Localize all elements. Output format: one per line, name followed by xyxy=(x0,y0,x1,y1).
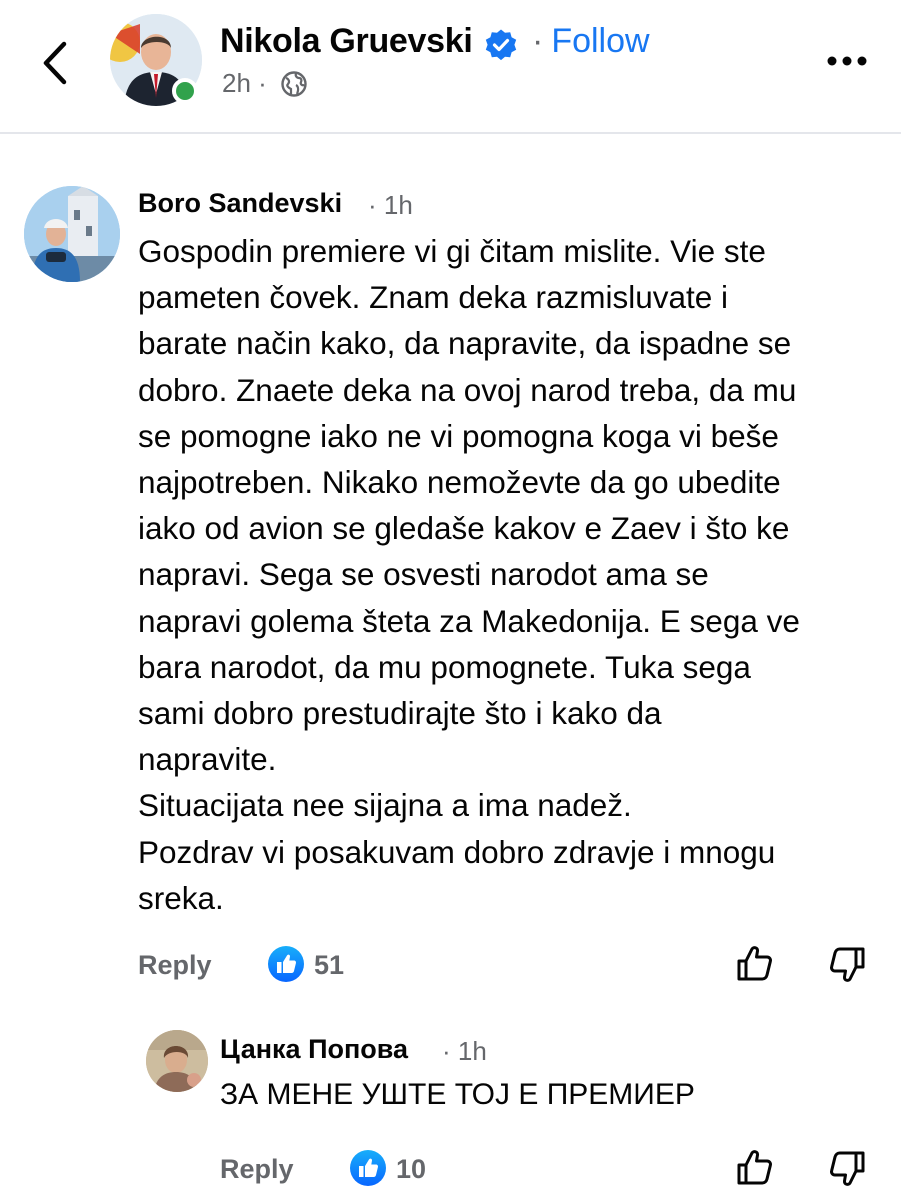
reply-text: ЗА МЕНЕ УШТЕ ТОЈ Е ПРЕМИЕР xyxy=(220,1078,695,1111)
globe-icon xyxy=(280,70,308,98)
separator-dot: · xyxy=(258,68,267,98)
comment-line: napravi golema šteta za Makedonija. E se… xyxy=(138,602,800,639)
reply-button[interactable]: Reply xyxy=(220,1154,294,1185)
reply-author-avatar[interactable] xyxy=(146,1030,208,1092)
header-divider xyxy=(0,132,901,134)
comment-time: · 1h xyxy=(368,190,413,221)
follow-button[interactable]: · Follow xyxy=(532,22,650,61)
comment-line: se pomogne iako ne vi pomogna koga vi be… xyxy=(138,417,779,454)
upvote-button[interactable] xyxy=(734,1146,776,1188)
comment-author-name[interactable]: Boro Sandevski xyxy=(138,188,342,219)
thumbs-down-icon xyxy=(830,1151,865,1186)
comment-line: barate način kako, da napravite, da ispa… xyxy=(138,325,792,362)
back-button[interactable] xyxy=(38,40,72,86)
thumbs-up-icon xyxy=(737,1150,772,1185)
upvote-button[interactable] xyxy=(734,942,776,984)
thumbs-down-icon xyxy=(830,947,865,982)
reply-time: · 1h xyxy=(442,1036,487,1067)
comment-line: pameten čovek. Znam deka razmisluvate i xyxy=(138,279,729,316)
thumbs-up-icon xyxy=(737,946,772,981)
separator-dot: · xyxy=(368,190,377,220)
post-time[interactable]: 2h xyxy=(222,68,251,98)
like-count[interactable]: 51 xyxy=(314,950,344,981)
comment-author-avatar[interactable] xyxy=(24,186,120,282)
like-count[interactable]: 10 xyxy=(396,1154,426,1185)
downvote-button[interactable] xyxy=(826,1148,868,1190)
reply-author-name[interactable]: Цанка Попова xyxy=(220,1034,408,1065)
verified-badge-icon xyxy=(484,28,518,62)
comment-line: iako od avion se gledaše kakov e Zaev i … xyxy=(138,510,790,547)
separator-dot: · xyxy=(442,1036,451,1066)
comment-text: Gospodin premiere vi gi čitam mislite. V… xyxy=(138,228,878,921)
chevron-left-icon xyxy=(43,41,67,85)
comment-line: napravite. xyxy=(138,741,277,778)
avatar-photo xyxy=(146,1030,208,1092)
comment-line: dobro. Znaete deka na ovoj narod treba, … xyxy=(138,371,797,408)
like-reaction-icon[interactable] xyxy=(350,1150,386,1186)
comment-line: sami dobro prestudirajte što i kako da xyxy=(138,695,662,732)
downvote-button[interactable] xyxy=(826,944,868,986)
separator-dot: · xyxy=(532,22,544,60)
like-reaction-icon[interactable] xyxy=(268,946,304,982)
online-status-dot xyxy=(172,78,198,104)
reply-button[interactable]: Reply xyxy=(138,950,212,981)
comment-line: sreka. xyxy=(138,879,224,916)
page-name[interactable]: Nikola Gruevski xyxy=(220,22,473,61)
comment-line: najpotreben. Nikako nemoževte da go ubed… xyxy=(138,464,781,501)
follow-label: Follow xyxy=(551,22,650,60)
comment-line: Situacijata nee sijajna a ima nadež. xyxy=(138,787,632,824)
more-horizontal-icon xyxy=(827,56,867,66)
comment-timestamp[interactable]: 1h xyxy=(384,190,413,220)
comment-line: napravi. Sega se osvesti narodot ama se xyxy=(138,556,709,593)
more-options-button[interactable] xyxy=(824,48,870,74)
avatar-photo xyxy=(24,186,120,282)
reply-timestamp[interactable]: 1h xyxy=(458,1036,487,1066)
comment-line: bara narodot, da mu pomognete. Tuka sega xyxy=(138,648,751,685)
post-meta: 2h · xyxy=(222,68,267,99)
comment-line: Gospodin premiere vi gi čitam mislite. V… xyxy=(138,233,766,269)
comment-line: Pozdrav vi posakuvam dobro zdravje i mno… xyxy=(138,833,776,870)
